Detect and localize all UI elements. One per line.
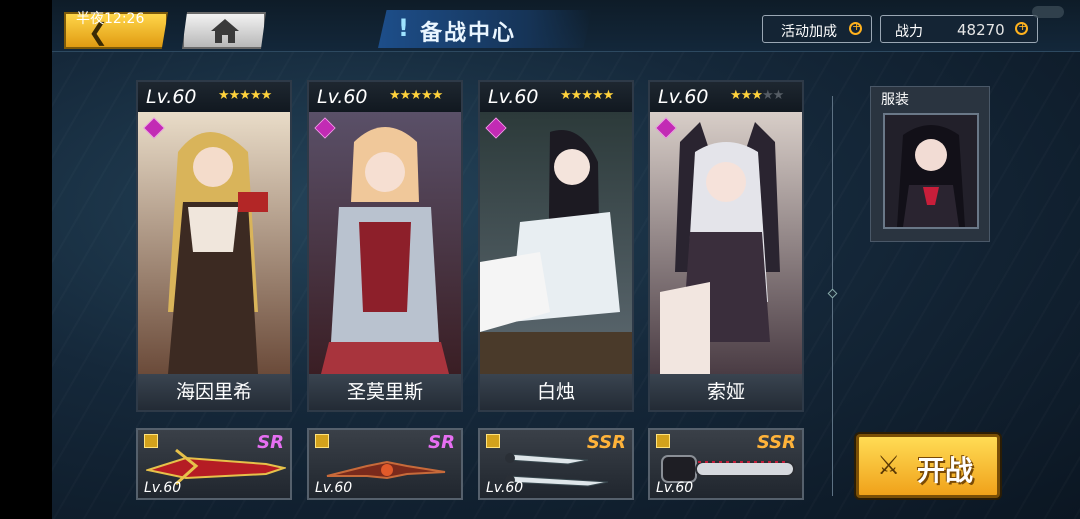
page-title: 备战中心 [420, 21, 517, 46]
weapon-level: Lv.60 [486, 480, 524, 496]
character-card-2[interactable]: Lv.60 ★★★★★ 圣莫里斯 [307, 80, 463, 412]
card-header: Lv.60 ★★★★★ [309, 82, 461, 112]
magnify-plus-icon [1015, 20, 1028, 35]
outfit-panel[interactable]: 服装 [870, 86, 990, 242]
character-card-1[interactable]: Lv.60 ★★★★★ 海因里希 [136, 80, 292, 412]
event-bonus-label: 活动加成 [781, 24, 837, 40]
start-battle-button[interactable]: ⚔ 开战 [856, 434, 1000, 498]
character-portrait [650, 112, 802, 374]
star-rating: ★★★★★ [218, 88, 272, 103]
character-card-4[interactable]: Lv.60 ★★★★★ 索娅 [648, 80, 804, 412]
home-button[interactable] [182, 12, 266, 49]
card-header: Lv.60 ★★★★★ [480, 82, 632, 112]
card-header: Lv.60 ★★★★★ [138, 82, 290, 112]
combat-power-value: 48270 [957, 21, 1005, 39]
home-icon [211, 19, 239, 43]
card-header: Lv.60 ★★★★★ [650, 82, 802, 112]
character-level: Lv.60 [658, 86, 709, 108]
weapon-slot-1[interactable]: SR Lv.60 [136, 428, 292, 500]
star-rating: ★★★★★ [389, 88, 443, 103]
event-bonus-button[interactable]: 活动加成 [762, 15, 872, 43]
combat-power-box[interactable]: 战力 48270 [880, 15, 1038, 43]
character-name: 圣莫里斯 [309, 374, 461, 410]
character-portrait [138, 112, 290, 374]
weapon-slot-3[interactable]: SSR Lv.60 [478, 428, 634, 500]
outfit-label: 服装 [881, 92, 909, 108]
weapon-level: Lv.60 [315, 480, 353, 496]
alert-icon: ! [398, 14, 409, 42]
outfit-portrait [883, 113, 979, 229]
combat-power-label: 战力 [895, 24, 923, 40]
page-title-banner: ! 备战中心 [378, 10, 592, 48]
character-level: Lv.60 [317, 86, 368, 108]
character-card-3[interactable]: Lv.60 ★★★★★ 白烛 [478, 80, 634, 412]
character-level: Lv.60 [146, 86, 197, 108]
weapon-level: Lv.60 [144, 480, 182, 496]
crossed-swords-icon: ⚔ [877, 451, 901, 481]
weapon-slot-4[interactable]: SSR Lv.60 [648, 428, 804, 500]
divider-ornament [827, 288, 838, 299]
weapon-level: Lv.60 [656, 480, 694, 496]
character-name: 海因里希 [138, 374, 290, 410]
star-rating: ★★★★★ [730, 88, 784, 103]
status-time: 半夜12:26 [76, 11, 145, 27]
character-portrait [309, 112, 461, 374]
character-name: 索娅 [650, 374, 802, 410]
star-rating: ★★★★★ [560, 88, 614, 103]
start-battle-label: 开战 [917, 454, 974, 487]
magnify-plus-icon [849, 20, 862, 35]
character-name: 白烛 [480, 374, 632, 410]
character-level: Lv.60 [488, 86, 539, 108]
weapon-slot-2[interactable]: SR Lv.60 [307, 428, 463, 500]
game-screen: ❮ 半夜12:26 ! 备战中心 活动加成 战力 48270 Lv.60 ★★★… [52, 0, 1080, 519]
status-toggle-icon [1032, 6, 1064, 18]
character-portrait [480, 112, 632, 374]
